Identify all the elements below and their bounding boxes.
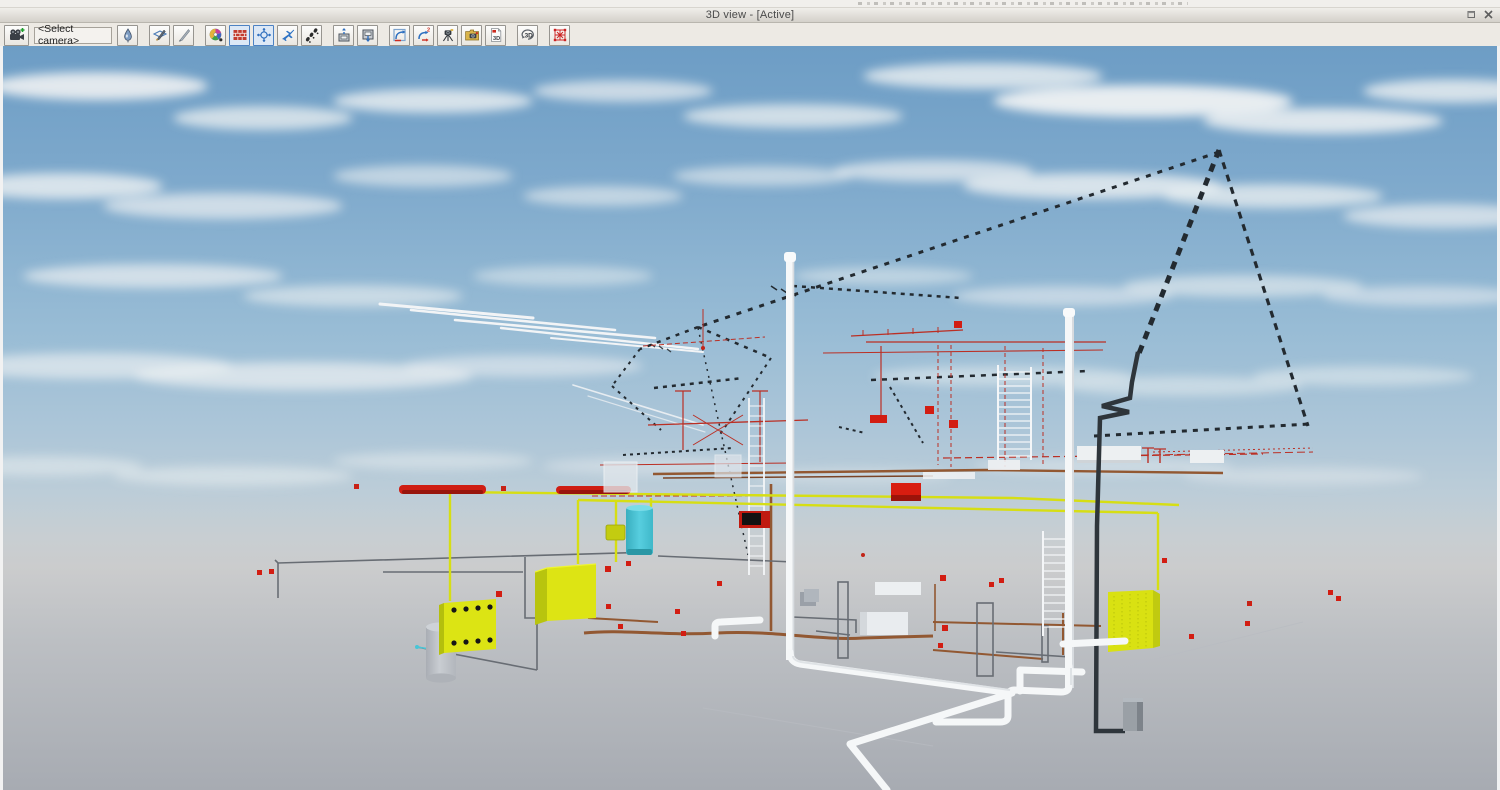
folder-camera-icon [464, 27, 480, 43]
transfer-view-button[interactable] [389, 25, 410, 46]
box-arrow-down-icon [360, 27, 376, 43]
camera-view-button[interactable] [437, 25, 458, 46]
clipped-parent-text [858, 2, 1188, 5]
fly-mode-button[interactable] [277, 25, 298, 46]
red-grid-icon [552, 27, 568, 43]
color-settings-button[interactable] [205, 25, 226, 46]
select-camera-combo[interactable]: <Select camera> [34, 27, 112, 44]
color-wheel-icon [208, 27, 224, 43]
app-window: 3D view - [Active] [0, 0, 1500, 790]
window-title: 3D view - [Active] [706, 8, 795, 22]
export-3d-button[interactable]: 3D [485, 25, 506, 46]
movie-camera-plus-icon [8, 27, 26, 43]
restore-icon [1467, 10, 1476, 19]
store-view-button[interactable] [333, 25, 354, 46]
pencil-cube-icon [152, 27, 168, 43]
pin-drop-icon [121, 28, 135, 43]
sketch-button[interactable] [173, 25, 194, 46]
distribution-board-yellow [439, 599, 496, 655]
crop-model-button[interactable] [549, 25, 570, 46]
close-button[interactable] [1483, 9, 1494, 20]
box-arrow-up-icon [336, 27, 352, 43]
viewport-toolbar: <Select camera> [0, 23, 1500, 48]
orbit-mode-button[interactable] [253, 25, 274, 46]
restore-button[interactable] [1466, 9, 1477, 20]
transfer-view-2-button[interactable]: 2 [413, 25, 434, 46]
rotate-3d-button[interactable]: 3D [517, 25, 538, 46]
airplane-icon [280, 27, 296, 43]
rotate-3d-icon: 3D [520, 27, 536, 43]
viewport-3d[interactable] [0, 46, 1500, 790]
electrical-cabinet-yellow [535, 564, 596, 625]
svg-text:3D: 3D [493, 36, 500, 42]
bent-arrow-2-icon: 2 [416, 27, 432, 43]
document-3d-icon: 3D [488, 27, 504, 43]
scene-3d [3, 46, 1497, 790]
edit-view-button[interactable] [149, 25, 170, 46]
walk-mode-button[interactable] [301, 25, 322, 46]
recall-view-button[interactable] [357, 25, 378, 46]
sky-and-ground [3, 46, 1497, 790]
cooling-tank-cyan [626, 505, 653, 555]
parent-window-strip [0, 0, 1500, 8]
control-panel-red-black [739, 511, 770, 528]
pencil-icon [176, 27, 192, 43]
tripod-camera-icon [440, 27, 456, 43]
orbit-crosshair-icon [256, 27, 272, 43]
bent-arrow-icon [392, 27, 408, 43]
dark-floor-box [1123, 698, 1143, 731]
camera-position-button[interactable] [117, 25, 138, 46]
brick-wall-icon [232, 27, 248, 43]
snapshot-button[interactable] [461, 25, 482, 46]
svg-text:3D: 3D [524, 32, 533, 39]
add-camera-button[interactable] [4, 25, 29, 46]
junction-box-yellow [606, 525, 625, 540]
wall-display-button[interactable] [229, 25, 250, 46]
title-bar: 3D view - [Active] [0, 8, 1500, 23]
close-icon [1484, 10, 1493, 19]
svg-text:2: 2 [427, 28, 430, 34]
footsteps-icon [304, 27, 320, 43]
select-camera-value: <Select camera> [38, 23, 108, 47]
